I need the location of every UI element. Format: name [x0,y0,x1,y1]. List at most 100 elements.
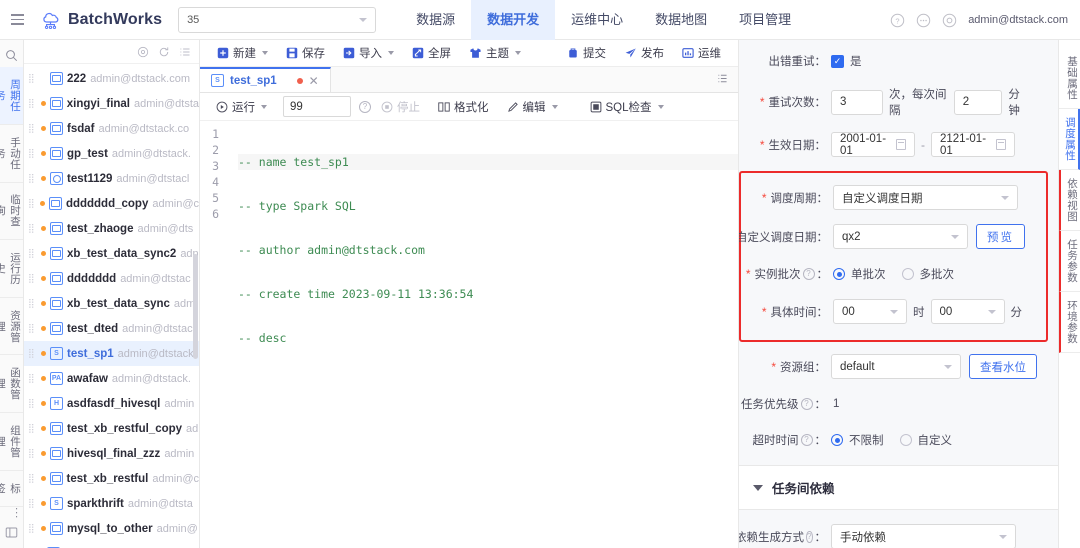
list-icon[interactable] [179,46,191,58]
tree-node[interactable]: ⣿ fsdaf admin@dtstack.co [24,116,199,141]
tree-node[interactable]: ⣿ ddddddd_copy admin@c [24,191,199,216]
drag-grip-icon: ⣿ [28,223,35,233]
tree-node[interactable]: ⣿ H asdfasdf_hivesql admin [24,391,199,416]
help-icon[interactable]: ? [800,398,813,410]
tree-node[interactable]: ⣿ test_xb_restful admin@c [24,466,199,491]
rail-item-function-management[interactable]: 函数管理 [0,355,23,413]
row-limit-input[interactable] [283,96,351,117]
nav-item-data-map[interactable]: 数据地图 [639,0,723,40]
help-icon[interactable]: ? [806,530,813,543]
stop-button[interactable]: 停止 [373,99,428,115]
tree-node[interactable]: ⣿ 222 admin@dtstack.com [24,66,199,91]
format-label: 格式化 [454,101,489,114]
resource-group-select[interactable]: default [831,354,961,379]
panel-collapse-icon[interactable] [5,526,18,548]
rail-item-run-history[interactable]: 运行历史 [0,240,23,298]
tree-node[interactable]: ⣿ PA awafaw admin@dtstack. [24,366,199,391]
tree-node[interactable]: ⣿ test_xb_restful_copy ad [24,416,199,441]
preview-button[interactable]: 预览 [976,224,1025,249]
help-icon[interactable]: ? [802,268,815,280]
rail-item-schedule-properties[interactable]: 调度属性 [1059,109,1080,170]
submit-button[interactable]: 提交 [558,40,615,67]
nav-item-datasource[interactable]: 数据源 [400,0,471,40]
menu-hamburger-icon[interactable] [0,14,34,25]
locate-icon[interactable] [137,46,149,58]
help-icon[interactable]: ? [800,434,813,446]
specific-time-minute-select[interactable]: 00 [930,299,1005,324]
tree-node[interactable]: ⣿ mysql_to_other admin@ [24,516,199,541]
gear-icon[interactable] [942,13,957,28]
tree-node[interactable]: ⣿ xingyi_final admin@dtsta [24,91,199,116]
tree-node[interactable]: ⣿ hivesql_final_zzz admin [24,441,199,466]
format-button[interactable]: 格式化 [430,99,497,115]
timeout-radio-custom[interactable] [899,434,912,446]
rail-item-periodic-tasks[interactable]: 周期任务 [0,67,23,125]
editor-tab-test-sp1[interactable]: S test_sp1 ✕ [200,67,331,92]
dependency-gen-select[interactable]: 手动依赖 [831,524,1016,548]
tree-node[interactable]: ⣿ ddddddd admin@dtstac [24,266,199,291]
project-select[interactable]: 35 [178,6,377,33]
retry-interval-input[interactable]: 2 [953,89,1003,115]
instance-batch-label: 实例批次 ? ： [741,266,833,282]
import-button[interactable]: 导入 [334,40,403,67]
tree-node[interactable]: ⣿ S sparkthrift admin@dtsta [24,491,199,516]
save-button[interactable]: 保存 [277,40,334,67]
retry-count-input[interactable]: 3 [831,89,884,115]
instance-batch-radio-multi[interactable] [901,268,914,280]
search-icon[interactable] [4,44,20,67]
ops-button[interactable]: 运维 [673,40,730,67]
chevron-down-icon [1001,195,1009,200]
timeout-radio-unlimited[interactable] [831,434,843,446]
effective-date-end[interactable]: 2121-01-01 [931,132,1015,157]
rail-item-tags[interactable]: 标签 [0,471,23,507]
nav-item-data-development[interactable]: 数据开发 [471,0,556,40]
tree-node[interactable]: ⣿ xb_test_data_sync2 adn [24,241,199,266]
editor-tab-title: test_sp1 [230,74,277,87]
rail-item-manual-tasks[interactable]: 手动任务 [0,125,23,183]
chevron-down-icon[interactable] [753,484,763,491]
tree-node[interactable]: ⣿ gp_test admin@dtstack. [24,141,199,166]
nav-item-project-management[interactable]: 项目管理 [723,0,807,40]
nav-item-ops-center[interactable]: 运维中心 [555,0,639,40]
new-button[interactable]: 新建 [208,40,277,67]
sql-check-button[interactable]: SQL检查 [582,99,672,115]
tree-node[interactable]: ⣿ xb_test_data_sync admi [24,291,199,316]
edit-button[interactable]: 编辑 [499,99,566,115]
task-dependency-section-header[interactable]: 任务间依赖 [739,465,1058,510]
rail-item-task-parameters[interactable]: 任务参数 [1059,231,1080,292]
rail-item-temp-query[interactable]: 临时查询 [0,183,23,241]
fullscreen-button[interactable]: 全屏 [403,40,460,67]
instance-batch-radio-single[interactable] [833,268,845,280]
help-circle-icon[interactable]: ? [890,13,905,28]
tree-node[interactable]: ⣿ test_zhaoge admin@dts [24,216,199,241]
tree-scrollbar[interactable] [193,254,198,359]
rail-item-environment-parameters[interactable]: 环境参数 [1059,292,1080,353]
publish-button[interactable]: 发布 [615,40,673,67]
tree-node-selected[interactable]: ⣿ S test_sp1 admin@dtstack [24,341,199,366]
rail-item-resource-management[interactable]: 资源管理 [0,298,23,356]
sql-code-editor[interactable]: 1 2 3 4 5 6 -- name test_sp1 -- type Spa… [200,121,738,548]
task-tree-list[interactable]: ⣿ 222 admin@dtstack.com ⣿ xingyi_final a… [24,64,199,548]
tab-list-menu-icon[interactable] [716,72,729,88]
theme-button[interactable]: 主题 [460,40,530,67]
help-icon[interactable]: ? [359,100,371,113]
rail-more-icon[interactable]: ··· [0,507,23,526]
retry-checkbox[interactable]: ✓ [831,54,844,68]
tree-node[interactable]: ⣿ test_dted admin@dtstac [24,316,199,341]
user-email[interactable]: admin@dtstack.com [968,14,1068,26]
custom-date-select[interactable]: qx2 [833,224,968,249]
rail-item-dependency-view[interactable]: 依赖视图 [1059,170,1080,231]
rail-item-basic-properties[interactable]: 基础属性 [1059,48,1080,109]
tree-node[interactable]: ⣿ mysql_to_oracel admin@ [24,541,199,548]
run-button[interactable]: 运行 [208,99,275,115]
view-watermark-button[interactable]: 查看水位 [969,354,1037,379]
refresh-icon[interactable] [158,46,170,58]
effective-date-start[interactable]: 2001-01-01 [831,132,915,157]
tree-node[interactable]: ⣿ test1129 admin@dtstacl [24,166,199,191]
schedule-cycle-select[interactable]: 自定义调度日期 [833,185,1018,210]
close-icon[interactable]: ✕ [309,74,319,88]
specific-time-hour-select[interactable]: 00 [833,299,907,324]
code-lines[interactable]: -- name test_sp1 -- type Spark SQL -- au… [226,126,738,548]
rail-item-component-management[interactable]: 组件管理 [0,413,23,471]
message-icon[interactable] [916,13,931,28]
